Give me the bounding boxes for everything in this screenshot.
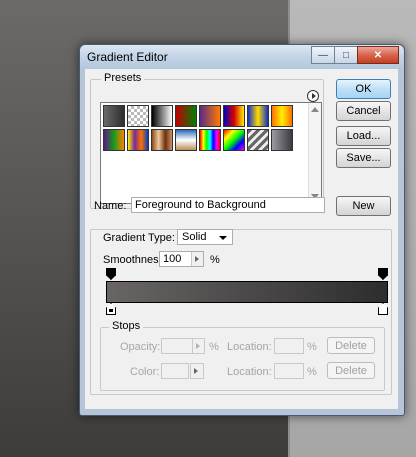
opacity-field[interactable] xyxy=(161,338,205,354)
name-label: Name: xyxy=(94,200,127,212)
minimize-button[interactable]: — xyxy=(311,46,335,64)
scroll-up-icon[interactable] xyxy=(311,107,319,112)
swatch-chrome[interactable] xyxy=(175,129,197,151)
opacity-location-unit: % xyxy=(307,341,317,353)
color-stop-left[interactable] xyxy=(106,303,116,315)
gradient-type-label: Gradient Type: xyxy=(103,232,175,244)
swatch-yellow-violet-orange-blue[interactable] xyxy=(127,129,149,151)
gradient-type-select[interactable]: Solid xyxy=(177,229,233,245)
gradient-type-value: Solid xyxy=(182,231,207,243)
save-button[interactable]: Save... xyxy=(336,148,391,168)
swatch-violet-green-orange[interactable] xyxy=(103,129,125,151)
gradient-settings-group: Gradient Type: Solid Smoothness: 100 % S… xyxy=(90,229,392,395)
swatch-neutral-density[interactable] xyxy=(271,129,293,151)
chevron-down-icon xyxy=(219,236,227,240)
smoothness-slider-icon[interactable] xyxy=(191,252,203,266)
gradient-editor-window: Gradient Editor — □ ✕ Presets OK Cancel … xyxy=(79,44,405,416)
color-swatch-field[interactable] xyxy=(161,363,189,379)
smoothness-field[interactable]: 100 xyxy=(159,251,204,267)
window-title: Gradient Editor xyxy=(87,50,168,64)
stops-group: Stops Opacity: % Location: % Delete Colo… xyxy=(100,320,385,391)
swatch-foreground-background[interactable] xyxy=(103,105,125,127)
minimize-icon: — xyxy=(318,49,328,61)
swatch-copper[interactable] xyxy=(151,129,173,151)
opacity-stop-left[interactable] xyxy=(106,268,116,280)
color-label: Color: xyxy=(130,366,160,378)
color-stop-right[interactable] xyxy=(378,303,388,315)
maximize-icon: □ xyxy=(342,49,350,61)
opacity-unit: % xyxy=(209,341,219,353)
presets-label: Presets xyxy=(101,72,145,84)
color-location-label: Location: xyxy=(227,366,272,378)
delete-opacity-stop-button[interactable]: Delete xyxy=(327,337,375,354)
presets-menu-icon[interactable] xyxy=(307,90,319,102)
name-field[interactable]: Foreground to Background xyxy=(131,197,325,213)
ok-button[interactable]: OK xyxy=(336,79,391,99)
swatch-violet-orange[interactable] xyxy=(199,105,221,127)
swatch-red-green[interactable] xyxy=(175,105,197,127)
color-location-unit: % xyxy=(307,366,317,378)
swatch-transparent-stripes[interactable] xyxy=(247,129,269,151)
opacity-label: Opacity: xyxy=(120,341,161,353)
close-button[interactable]: ✕ xyxy=(357,46,399,64)
window-controls: — □ ✕ xyxy=(311,46,399,64)
swatch-spectrum[interactable] xyxy=(199,129,221,151)
smoothness-value: 100 xyxy=(163,253,182,265)
swatch-blue-red-yellow[interactable] xyxy=(223,105,245,127)
new-button[interactable]: New xyxy=(336,196,391,216)
presets-scrollbar[interactable] xyxy=(308,103,321,203)
opacity-slider-icon[interactable] xyxy=(192,339,204,353)
presets-swatch-list xyxy=(100,102,322,204)
dialog-body: Presets OK Cancel Load... Save... Name: … xyxy=(85,69,398,409)
smoothness-unit: % xyxy=(210,254,220,266)
opacity-location-label: Location: xyxy=(227,341,272,353)
swatch-blue-yellow-blue[interactable] xyxy=(247,105,269,127)
maximize-button[interactable]: □ xyxy=(334,46,358,64)
close-icon: ✕ xyxy=(373,49,383,61)
swatch-transparent-rainbow[interactable] xyxy=(223,129,245,151)
color-picker-button[interactable] xyxy=(190,363,204,379)
load-button[interactable]: Load... xyxy=(336,126,391,146)
presets-swatch-grid xyxy=(103,105,293,151)
gradient-preview-bar[interactable] xyxy=(106,281,388,303)
opacity-stop-right[interactable] xyxy=(378,268,388,280)
swatch-fg-transparent[interactable] xyxy=(127,105,149,127)
stops-label: Stops xyxy=(109,320,144,332)
color-location-field[interactable] xyxy=(274,363,304,379)
opacity-location-field[interactable] xyxy=(274,338,304,354)
cancel-button[interactable]: Cancel xyxy=(336,101,391,121)
color-arrow-icon xyxy=(191,364,203,378)
swatch-orange-yellow-orange[interactable] xyxy=(271,105,293,127)
presets-group: Presets xyxy=(90,72,324,209)
smoothness-label: Smoothness: xyxy=(103,254,168,266)
delete-color-stop-button[interactable]: Delete xyxy=(327,362,375,379)
title-bar[interactable]: Gradient Editor — □ ✕ xyxy=(80,45,404,69)
swatch-black-white[interactable] xyxy=(151,105,173,127)
